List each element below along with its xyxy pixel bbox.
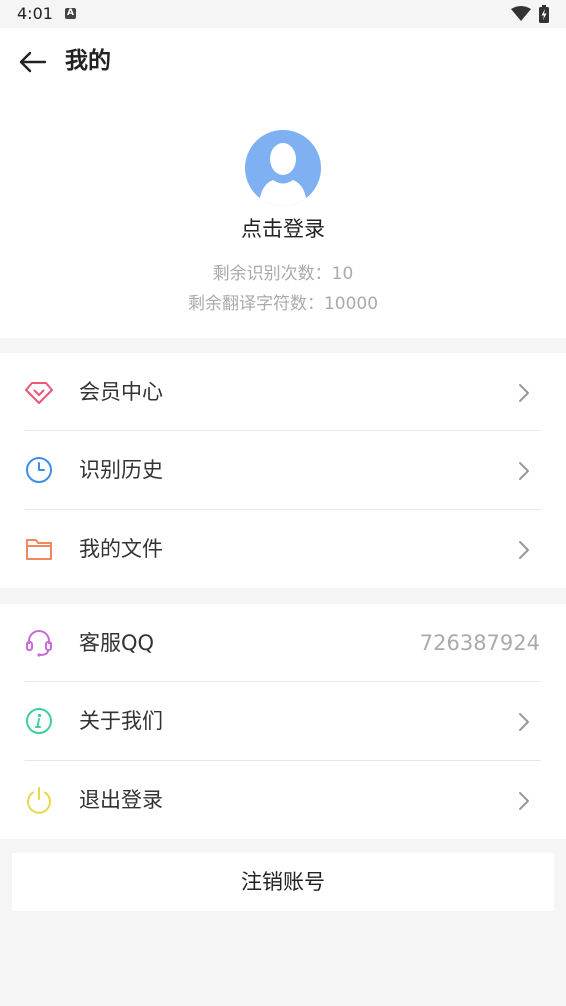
menu-item-about-us[interactable]: 关于我们 [0, 682, 566, 760]
menu-item-history[interactable]: 识别历史 [0, 431, 566, 509]
power-icon [27, 787, 51, 814]
menu-item-customer-service-qq[interactable]: 客服QQ 726387924 [0, 604, 566, 682]
battery-icon [539, 5, 549, 27]
remaining-recognitions: 剩余识别次数：10 [212, 264, 354, 284]
clock-icon [26, 457, 52, 483]
menu-item-label: 识别历史 [79, 458, 163, 482]
chevron-right-icon [519, 713, 529, 731]
chevron-right-icon [519, 462, 529, 480]
headset-icon [26, 630, 52, 657]
menu-item-label: 客服QQ [79, 631, 155, 655]
menu-item-label: 会员中心 [79, 380, 163, 404]
back-button[interactable] [14, 44, 50, 80]
diamond-icon [25, 382, 53, 404]
status-bar: 4:01 A [0, 0, 566, 28]
menu-item-my-files[interactable]: 我的文件 [0, 510, 566, 588]
page-title: 我的 [65, 48, 111, 74]
info-icon [26, 708, 52, 734]
login-link[interactable]: 点击登录 [0, 214, 566, 244]
notification-icon: A [65, 8, 76, 19]
menu-item-label: 关于我们 [79, 709, 163, 733]
menu-item-label: 我的文件 [79, 537, 163, 561]
chevron-right-icon [519, 792, 529, 810]
wifi-icon [511, 6, 531, 26]
avatar[interactable] [245, 130, 321, 206]
chevron-right-icon [519, 384, 529, 402]
menu-item-label: 退出登录 [79, 788, 163, 812]
qq-number: 726387924 [419, 631, 540, 655]
chevron-right-icon [519, 541, 529, 559]
remaining-translation-chars: 剩余翻译字符数：10000 [187, 294, 379, 314]
profile-header: 我的 点击登录 剩余识别次数：10 剩余翻译字符数：10000 [0, 28, 566, 338]
menu-group-2: 客服QQ 726387924 关于我们 退出登录 [0, 604, 566, 839]
cancel-account-button[interactable]: 注销账号 [12, 853, 554, 911]
status-time: 4:01 [17, 4, 53, 23]
folder-icon [26, 539, 52, 560]
menu-item-vip-center[interactable]: 会员中心 [0, 353, 566, 431]
arrow-left-icon [19, 51, 47, 73]
menu-item-logout[interactable]: 退出登录 [0, 761, 566, 839]
menu-group-1: 会员中心 识别历史 我的文件 [0, 353, 566, 588]
user-silhouette-icon [259, 143, 307, 206]
